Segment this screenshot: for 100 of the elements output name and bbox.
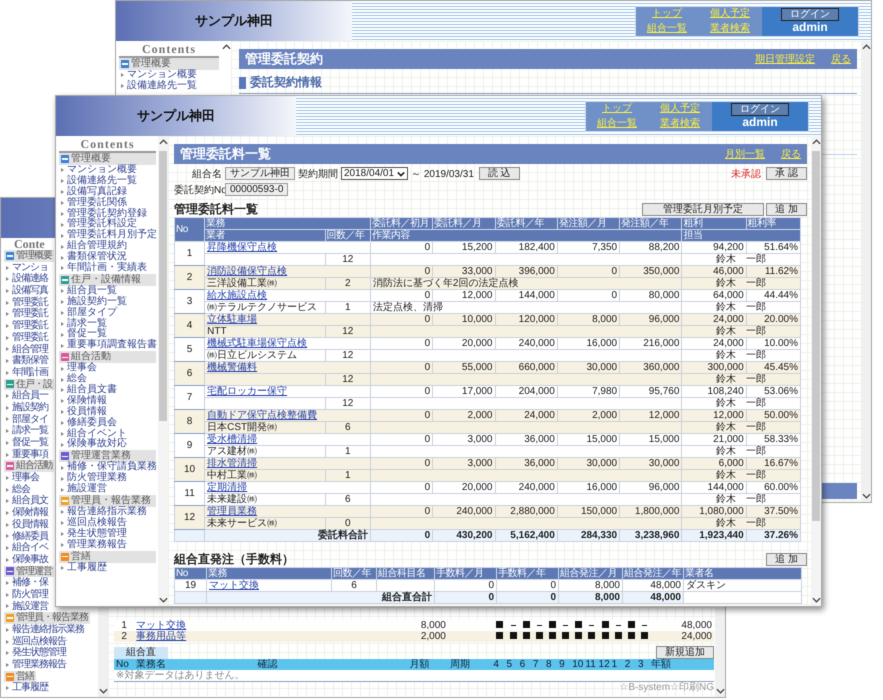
load-button[interactable]: 読 込 — [478, 167, 520, 180]
column-header: 手数料／月 — [434, 568, 496, 580]
sidebar-section[interactable]: 営繕 — [4, 670, 36, 682]
sidebar-item[interactable]: 修繕委員会 — [59, 418, 156, 429]
sidebar-item[interactable]: 設備写真記録 — [59, 186, 156, 198]
sidebar-section[interactable]: 営繕 — [59, 550, 156, 563]
sidebar-section[interactable]: 管理概要 — [59, 153, 156, 165]
sidebar-item[interactable]: 管理業務報告 — [59, 540, 156, 551]
sidebar-item[interactable]: 理事会 — [59, 363, 156, 374]
sidebar-item[interactable]: 施設契約 — [4, 402, 48, 414]
sidebar-item[interactable]: 管理業務報告 — [4, 659, 66, 671]
sidebar-item[interactable]: 工事履歴 — [59, 562, 156, 574]
bullet-icon — [6, 592, 9, 597]
sidebar-item[interactable]: 設備連絡先一覧 — [119, 80, 219, 92]
sidebar-item[interactable]: 補修・保 — [4, 577, 48, 589]
task-link[interactable]: 定期清掃 — [207, 482, 248, 493]
login-button[interactable]: ログイン — [731, 103, 789, 116]
sidebar-item[interactable]: マンショ — [4, 262, 48, 274]
sidebar-item[interactable]: 組合イベ — [4, 542, 48, 554]
bullet-icon — [6, 640, 9, 644]
sidebar-item[interactable]: 施設契約一覧 — [59, 296, 156, 308]
sidebar-item[interactable]: 総会 — [4, 484, 30, 496]
scroll-thumb[interactable] — [159, 151, 167, 421]
table-title: 管理委託料一覧 — [174, 203, 258, 216]
task-link[interactable]: 消防設備保守点検 — [207, 266, 288, 277]
sidebar-item[interactable]: 報告連絡指示業務 — [59, 507, 156, 518]
sidebar-item[interactable]: 巡回点検報告 — [4, 636, 66, 648]
sidebar-item[interactable]: 発生状態管理 — [4, 647, 66, 660]
sidebar-item[interactable]: 保険事故対応 — [59, 439, 156, 450]
task-link[interactable]: 給水施設点検 — [207, 290, 268, 301]
sidebar-item[interactable]: 保険事故 — [4, 554, 48, 566]
sidebar-item[interactable]: 管理委託 — [4, 308, 48, 320]
sidebar-item[interactable]: 役員情報 — [4, 518, 48, 530]
task-link[interactable]: 自動ドア保守点検整備費 — [207, 410, 318, 421]
period-select[interactable]: 2018/04/01 — [341, 167, 408, 180]
sidebar-item[interactable]: 修繕委員 — [4, 530, 48, 542]
sidebar-section[interactable]: 管理概要 — [119, 58, 219, 70]
task-link[interactable]: 排水管清掃 — [207, 458, 258, 469]
sidebar-item[interactable]: 管理委託 — [4, 332, 48, 344]
sidebar-item[interactable]: 工事履歴 — [4, 682, 48, 694]
sidebar-item[interactable]: 組合員文 — [4, 495, 48, 508]
task-link[interactable]: マット交換 — [136, 620, 186, 631]
sidebar-item[interactable]: 督促一覧 — [4, 437, 48, 449]
sidebar-item[interactable]: マンション概要 — [119, 70, 219, 81]
sidebar-item[interactable]: 部屋タイ — [4, 414, 48, 426]
add-button[interactable]: 追 加 — [766, 553, 807, 566]
sidebar-item[interactable]: 管理委託関係 — [59, 198, 156, 209]
sidebar-section[interactable]: 住戸・設 — [4, 378, 54, 390]
sidebar-item[interactable]: 部屋タイプ — [59, 308, 156, 319]
sidebar-item[interactable]: 報告連絡指示業務 — [4, 624, 84, 636]
sidebar-section[interactable]: 組合活動 — [59, 351, 156, 364]
sidebar-section[interactable]: 管理運営 — [4, 566, 54, 578]
sidebar-item[interactable]: 防火管理 — [4, 588, 48, 601]
sidebar-item[interactable]: 管理委託 — [4, 320, 48, 332]
approve-button[interactable]: 承 認 — [766, 167, 807, 180]
sidebar-item[interactable]: 重要事項調査報告書 — [59, 340, 156, 352]
sidebar-item[interactable]: 設備連絡先一覧 — [59, 176, 156, 187]
sidebar-item[interactable]: 施設運営 — [59, 484, 156, 496]
sidebar-item[interactable]: 巡回点検報告 — [59, 518, 156, 529]
task-link[interactable]: 受水槽清掃 — [207, 434, 258, 445]
sidebar-item[interactable]: 書類保管 — [4, 355, 48, 367]
sidebar-section[interactable]: 組合活動 — [4, 460, 54, 472]
sidebar-item[interactable]: 組合員文書 — [59, 385, 156, 396]
task-link[interactable]: 立体駐車場 — [207, 314, 258, 325]
task-link[interactable]: 昇降機保守点検 — [207, 242, 278, 253]
sidebar-item[interactable]: 保険情報 — [4, 507, 48, 519]
sidebar-item[interactable]: 年間計画 — [4, 366, 48, 379]
task-link[interactable]: 管理員業務 — [207, 506, 258, 517]
sidebar-item[interactable]: 設備写真 — [4, 285, 48, 297]
bullet-icon — [61, 388, 64, 392]
task-link[interactable]: 事務用品等 — [136, 631, 186, 642]
sidebar-section[interactable]: 管理員・報告業務 — [4, 612, 90, 624]
scroll-thumb[interactable] — [812, 151, 820, 521]
task-link[interactable]: マット交換 — [209, 580, 259, 591]
column-header: 4 — [493, 659, 507, 670]
sidebar-item[interactable]: 組合員一覧 — [59, 286, 156, 297]
sidebar-item[interactable]: 組合管理 — [4, 344, 48, 356]
sidebar-item[interactable]: 理事会 — [4, 472, 39, 484]
add-button[interactable]: 追 加 — [766, 203, 807, 216]
sidebar-item[interactable]: 設備連絡 — [4, 273, 48, 286]
table-cell: 鈴木 一郎 — [682, 278, 800, 290]
sidebar-item[interactable]: マンション概要 — [59, 165, 156, 176]
sidebar-item[interactable]: 管理委託 — [4, 296, 48, 308]
sidebar-section[interactable]: 住戸・設備情報 — [59, 274, 156, 286]
login-button[interactable]: ログイン — [781, 8, 839, 21]
sidebar-item[interactable]: 重要事項 — [4, 448, 48, 460]
sidebar-item[interactable]: 年間計画・実績表 — [59, 263, 156, 274]
task-link[interactable]: 機械式駐車場保守点検 — [207, 338, 308, 349]
sidebar-item[interactable]: 施設運営 — [4, 600, 48, 612]
sidebar-item[interactable]: 請求一覧 — [4, 425, 48, 437]
sidebar-section[interactable]: 管理概要 — [4, 250, 54, 262]
sidebar-item[interactable]: 発生状態管理 — [59, 528, 156, 540]
add-button[interactable]: 新規追加 — [656, 646, 714, 659]
sidebar-item[interactable]: 保険情報 — [59, 396, 156, 407]
task-link[interactable]: 宅配ロッカー保守 — [207, 386, 288, 397]
sidebar-item[interactable]: 役員情報 — [59, 406, 156, 418]
sidebar-item[interactable]: 管理委託料月別予定 — [59, 230, 156, 242]
monthly-plan-button[interactable]: 管理委託月別予定 — [642, 203, 764, 216]
sidebar-item[interactable]: 組合員一 — [4, 390, 48, 402]
task-link[interactable]: 機械警備料 — [207, 362, 258, 373]
